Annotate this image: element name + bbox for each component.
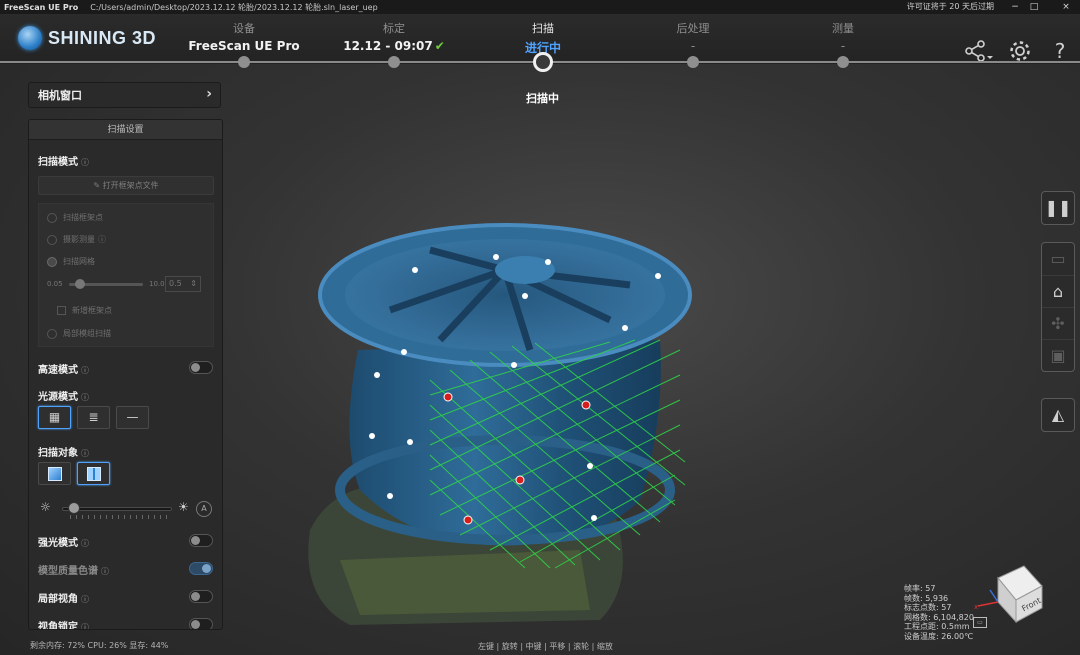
puzzle-icon[interactable]: ✣ — [1042, 307, 1074, 339]
chevron-right-icon: › — [206, 86, 212, 102]
slider-knob — [68, 502, 80, 514]
radio-local-grid-scan[interactable]: 局部模组扫描 — [47, 328, 111, 339]
svg-text:x: x — [974, 603, 978, 611]
step-name: 扫描 — [532, 22, 554, 35]
step-node-post-processing — [687, 56, 699, 68]
view-lock-label: 视角锁定 ⓘ — [38, 622, 89, 630]
open-frame-file-button[interactable]: ✎ 打开框架点文件 — [38, 176, 214, 195]
scan-settings-panel: 扫描设置 扫描模式 ⓘ ✎ 打开框架点文件 扫描框架点 摄影测量 ⓘ 扫描网格 0.… — [28, 119, 223, 630]
light-mode-label: 光源模式 ⓘ — [38, 392, 89, 403]
logo-text: SHINING 3D — [48, 27, 157, 48]
step-node-calibration — [388, 56, 400, 68]
logo: SHINING 3D — [18, 26, 156, 50]
scan-mode-options: 扫描框架点 摄影测量 ⓘ 扫描网格 0.05 10.0 0.5 ⇕ 新增框架点 局… — [38, 203, 214, 347]
high-speed-label: 高速模式 ⓘ — [38, 365, 89, 376]
checkbox-new-frame-points[interactable]: 新增框架点 — [57, 305, 112, 316]
step-post-processing[interactable]: 后处理 - — [633, 20, 753, 53]
stat-device-temp: 设备温度: 26.00℃ — [904, 631, 974, 641]
step-node-device — [238, 56, 250, 68]
mesh-triangle-icon[interactable]: ◭ — [1042, 399, 1074, 431]
scan-object-label: 扫描对象 ⓘ — [38, 448, 89, 459]
high-speed-toggle[interactable] — [189, 361, 213, 374]
view-cube[interactable]: Front x — [968, 560, 1052, 630]
scan-object-solid-button[interactable] — [38, 462, 71, 485]
maximize-button[interactable]: □ — [1023, 0, 1045, 14]
project-path: C:/Users/admin/Desktop/2023.12.12 轮胎/202… — [90, 2, 378, 12]
slider-knob — [75, 279, 85, 289]
wheel-face — [345, 239, 665, 351]
edit-tool-group: ▭ ⌂ ✣ ▣ — [1041, 242, 1075, 372]
point-distance-input[interactable]: 0.5 ⇕ — [165, 276, 201, 292]
mesh-tool-group: ◭ — [1041, 398, 1075, 432]
quality-color-toggle[interactable] — [189, 562, 213, 575]
title-bar: FreeScan UE Pro C:/Users/admin/Desktop/2… — [0, 0, 1080, 14]
edit-icon: ✎ — [93, 181, 103, 190]
step-node-measure — [837, 56, 849, 68]
cube-icon — [47, 467, 62, 481]
camera-window-toggle[interactable]: 相机窗口 › — [28, 82, 221, 108]
checkmark-icon: ✔ — [434, 39, 445, 53]
radio-scan-grid[interactable]: 扫描网格 — [47, 256, 95, 267]
strong-light-toggle[interactable] — [189, 534, 213, 547]
brightness-low-icon: ☼ — [40, 500, 51, 514]
app-name: FreeScan UE Pro — [4, 2, 79, 12]
step-name: 测量 — [832, 22, 854, 35]
point-distance-slider[interactable]: 0.05 10.0 0.5 ⇕ — [47, 276, 209, 292]
pause-tool-group: ❚❚ — [1041, 191, 1075, 225]
clean-brush-icon[interactable]: ⌂ — [1042, 275, 1074, 307]
step-node-scan-current — [533, 52, 553, 72]
local-view-toggle[interactable] — [189, 590, 213, 603]
save-icon[interactable]: ▣ — [1042, 339, 1074, 371]
cube-grid-icon — [86, 467, 101, 481]
3d-viewport[interactable] — [280, 200, 760, 640]
step-scan[interactable]: 扫描 进行中 — [483, 20, 603, 56]
radio-scan-frame-points[interactable]: 扫描框架点 — [47, 212, 103, 223]
auto-brightness-button[interactable]: A — [196, 501, 212, 517]
brightness-slider[interactable]: ☼ ☀ A — [38, 499, 214, 521]
stat-point-distance: 工程点距: 0.5mm — [904, 622, 970, 631]
scan-status-label: 扫描中 — [526, 92, 559, 105]
resource-status: 剩余内存: 72% CPU: 26% 显存: 44% — [30, 641, 169, 650]
step-value: - — [840, 39, 846, 53]
light-mode-single-line-button[interactable]: — — [116, 406, 149, 429]
step-name: 后处理 — [676, 22, 710, 35]
logo-mark-icon — [18, 26, 42, 50]
stat-frame-rate: 帧率: 57 — [904, 584, 936, 593]
pause-icon[interactable]: ❚❚ — [1042, 192, 1074, 224]
stat-frame-count: 帧数: 5,936 — [904, 593, 949, 603]
stat-mesh-count: 网格数: 6,104,820 — [904, 612, 974, 622]
step-value: 12.12 - 09:07 ✔ — [343, 39, 445, 53]
view-lock-toggle[interactable] — [189, 618, 213, 629]
step-measure[interactable]: 测量 - — [783, 20, 903, 53]
license-notice: 许可证将于 20 天后过期 — [906, 2, 994, 11]
step-value: - — [690, 39, 696, 53]
brightness-high-icon: ☀ — [178, 500, 189, 514]
scan-object-hollow-button[interactable] — [77, 462, 110, 485]
light-mode-cross-button[interactable]: ▦ — [38, 406, 71, 429]
scan-mode-label: 扫描模式 ⓘ — [38, 157, 89, 168]
strong-light-label: 强光模式 ⓘ — [38, 538, 89, 549]
step-value: FreeScan UE Pro — [188, 39, 300, 53]
quality-color-label: 模型质量色谱 ⓘ — [38, 566, 109, 577]
light-mode-parallel-button[interactable]: ≣ — [77, 406, 110, 429]
local-view-label: 局部视角 ⓘ — [38, 594, 89, 605]
info-icon: ⓘ — [81, 158, 89, 167]
stat-marker-count: 标志点数: 57 — [904, 603, 952, 612]
scan-stats: 帧率: 57 帧数: 5,936 标志点数: 57 网格数: 6,104,820… — [904, 584, 974, 641]
step-calibration[interactable]: 标定 12.12 - 09:07 ✔ — [334, 20, 454, 53]
camera-window-label: 相机窗口 — [38, 89, 82, 102]
close-button[interactable]: × — [1055, 0, 1077, 14]
mouse-hint: 左键 | 旋转 | 中键 | 平移 | 滚轮 | 缩放 — [478, 642, 613, 651]
step-name: 设备 — [233, 22, 255, 35]
radio-photogrammetry[interactable]: 摄影测量 ⓘ — [47, 234, 106, 245]
point-cloud — [340, 550, 590, 615]
panel-title: 扫描设置 — [29, 120, 222, 140]
step-name: 标定 — [383, 22, 405, 35]
window-select-icon[interactable]: ▭ — [1042, 243, 1074, 275]
step-device[interactable]: 设备 FreeScan UE Pro — [184, 20, 304, 53]
